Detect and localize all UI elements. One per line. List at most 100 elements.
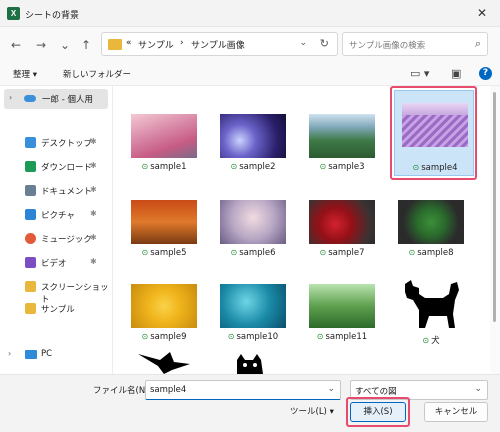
folder-icon	[25, 303, 36, 314]
pin-icon: ✱	[90, 161, 97, 170]
sidebar-item-desktop[interactable]: デスクトップ ✱	[0, 133, 112, 153]
file-item[interactable]: ⊙ sample2	[213, 106, 293, 186]
back-icon[interactable]: ←	[8, 37, 24, 53]
up-folder-icon[interactable]: ↑	[78, 37, 94, 53]
new-folder-button[interactable]: 新しいフォルダー	[63, 68, 131, 80]
download-icon	[25, 161, 36, 172]
window-title: シートの背景	[25, 11, 80, 21]
title-bar: X シートの背景 ✕	[0, 0, 500, 27]
sync-check-icon: ⊙	[230, 162, 238, 171]
file-name: sample9	[150, 332, 187, 342]
help-icon[interactable]: ?	[479, 67, 492, 80]
close-button[interactable]: ✕	[464, 0, 500, 27]
tools-menu[interactable]: ツール(L) ▾	[290, 405, 334, 417]
file-name: sample2	[239, 162, 276, 172]
excel-app-icon: X	[7, 7, 20, 20]
filetype-select[interactable]: すべての図 ⌄	[350, 380, 488, 400]
file-name: sample1	[150, 162, 187, 172]
filename-label: ファイル名(N):	[93, 386, 152, 396]
file-item-selected[interactable]: ⊙ sample4	[394, 90, 474, 176]
file-item[interactable]: ⊙ sample3	[302, 106, 382, 186]
expand-chevron-icon[interactable]: ›	[9, 93, 12, 102]
filename-field[interactable]: sample4 ⌄	[145, 380, 341, 400]
refresh-icon[interactable]: ↻	[320, 37, 329, 50]
file-name: sample7	[328, 248, 365, 258]
cancel-button[interactable]: キャンセル	[424, 402, 488, 422]
music-icon	[25, 233, 36, 244]
image-thumbnail	[220, 114, 286, 158]
organize-menu[interactable]: 整理 ▾	[13, 68, 37, 80]
breadcrumb-sample-images[interactable]: サンプル画像	[191, 38, 245, 51]
file-name: sample3	[328, 162, 365, 172]
sidebar-item-music[interactable]: ミュージック ✱	[0, 229, 112, 249]
image-thumbnail	[309, 200, 375, 244]
image-thumbnail	[131, 284, 197, 328]
sidebar-item-label: ピクチャ	[41, 211, 75, 221]
preview-pane-icon[interactable]: ▣	[451, 67, 461, 80]
sidebar-item-downloads[interactable]: ダウンロード ✱	[0, 157, 112, 177]
dog-silhouette-icon	[397, 274, 465, 332]
pin-icon: ✱	[90, 209, 97, 218]
sync-check-icon: ⊙	[422, 336, 430, 345]
sidebar-item-videos[interactable]: ビデオ ✱	[0, 253, 112, 273]
sync-check-icon: ⊙	[412, 163, 420, 172]
file-item[interactable]: ⊙ sample11	[302, 276, 382, 356]
address-bar[interactable]: « サンプル › サンプル画像 ⌄ ↻	[101, 32, 338, 56]
address-dropdown-icon[interactable]: ⌄	[299, 38, 307, 48]
search-icon[interactable]: ⌕	[475, 37, 481, 51]
forward-icon[interactable]: →	[33, 37, 49, 53]
recent-locations-icon[interactable]: ⌄	[57, 37, 73, 53]
file-item[interactable]: ⊙ sample7	[302, 192, 382, 272]
file-item[interactable]: ⊙ sample9	[124, 276, 204, 356]
insert-button[interactable]: 挿入(S)	[350, 402, 406, 422]
sidebar-item-pc[interactable]: › PC	[0, 345, 112, 365]
file-name: sample6	[239, 248, 276, 258]
navigation-bar: ← → ⌄ ↑ « サンプル › サンプル画像 ⌄ ↻ サンプル画像の検索 ⌕	[0, 27, 500, 62]
sidebar-item-label: サンプル	[41, 305, 75, 315]
file-item[interactable]	[124, 348, 204, 374]
image-thumbnail	[309, 284, 375, 328]
file-item[interactable]: ⊙ sample10	[213, 276, 293, 356]
pc-icon	[25, 350, 37, 359]
sidebar-item-label: ダウンロード	[41, 163, 93, 173]
pictures-icon	[25, 209, 36, 220]
sync-check-icon: ⊙	[319, 162, 327, 171]
filetype-value[interactable]: すべての図	[355, 385, 397, 397]
filename-dropdown-icon[interactable]: ⌄	[327, 384, 335, 394]
pin-icon: ✱	[90, 137, 97, 146]
cat-silhouette-icon	[237, 354, 263, 374]
image-thumbnail	[309, 114, 375, 158]
sidebar-item-label: ドキュメント	[41, 187, 93, 197]
chevron-down-icon[interactable]: ⌄	[474, 384, 482, 394]
file-item[interactable]: ⊙ 犬	[391, 270, 471, 350]
file-item[interactable]: ⊙ sample1	[124, 106, 204, 186]
breadcrumb-sample[interactable]: サンプル	[138, 38, 174, 51]
document-icon	[25, 185, 36, 196]
image-thumbnail	[220, 284, 286, 328]
sync-check-icon: ⊙	[141, 162, 149, 171]
expand-chevron-icon[interactable]: ›	[8, 349, 11, 358]
breadcrumb-overflow[interactable]: «	[126, 38, 132, 48]
sync-check-icon: ⊙	[319, 248, 327, 257]
file-name: sample8	[417, 248, 454, 258]
search-box[interactable]: サンプル画像の検索 ⌕	[342, 32, 488, 56]
file-item[interactable]	[213, 348, 293, 374]
scrollbar-thumb[interactable]	[493, 92, 496, 322]
file-item[interactable]: ⊙ sample6	[213, 192, 293, 272]
file-name: sample5	[150, 248, 187, 258]
command-bar: 整理 ▾ 新しいフォルダー ▭ ▾ ▣ ?	[0, 62, 500, 86]
sidebar-item-documents[interactable]: ドキュメント ✱	[0, 181, 112, 201]
sidebar-item-onedrive[interactable]: › 一郎 - 個人用	[4, 89, 108, 109]
view-options-icon[interactable]: ▭ ▾	[410, 67, 429, 80]
video-icon	[25, 257, 36, 268]
file-item[interactable]: ⊙ sample5	[124, 192, 204, 272]
file-name: 犬	[431, 336, 440, 346]
sidebar-item-pictures[interactable]: ピクチャ ✱	[0, 205, 112, 225]
sidebar-item-sample[interactable]: サンプル	[0, 299, 112, 319]
onedrive-cloud-icon	[24, 95, 36, 102]
filename-value[interactable]: sample4	[150, 385, 186, 395]
file-item[interactable]: ⊙ sample8	[391, 192, 471, 272]
sidebar-item-screenshots[interactable]: スクリーンショット	[0, 277, 112, 305]
vertical-scrollbar[interactable]	[490, 86, 500, 374]
file-name: sample11	[325, 332, 368, 342]
